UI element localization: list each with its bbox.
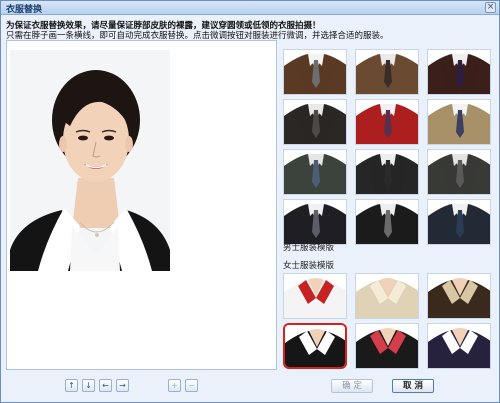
portrait-illustration — [10, 50, 170, 271]
photo-preview-panel[interactable] — [6, 40, 277, 370]
window: 衣服替换 × 为保证衣服替换效果，请尽量保证脖部皮肤的裸露，建议穿圆领或低领的衣… — [0, 0, 500, 403]
cancel-button[interactable]: 取 消 — [392, 379, 434, 393]
male-template-thumb[interactable] — [427, 199, 491, 245]
zoom-in-icon[interactable]: + — [168, 379, 181, 392]
male-section-title: 男士服装模版 — [283, 243, 335, 253]
male-template-thumb[interactable] — [283, 199, 347, 245]
bottom-toolbar: ↑ ↓ ← → + − 确 定 取 消 — [1, 375, 499, 403]
female-template-thumb[interactable] — [283, 273, 347, 319]
female-template-thumb[interactable] — [427, 273, 491, 319]
portrait-photo[interactable] — [10, 50, 170, 271]
title-bar: 衣服替换 × — [1, 1, 499, 15]
male-template-thumb[interactable] — [283, 49, 347, 95]
window-title: 衣服替换 — [6, 5, 43, 15]
move-up-icon[interactable]: ↑ — [65, 379, 78, 392]
male-template-thumb[interactable] — [355, 149, 419, 195]
close-icon[interactable]: × — [485, 2, 496, 13]
male-template-thumb[interactable] — [283, 99, 347, 145]
move-down-icon[interactable]: ↓ — [82, 379, 95, 392]
female-template-thumb[interactable] — [283, 323, 347, 369]
male-template-thumb[interactable] — [355, 199, 419, 245]
template-panel: 男士服装模版 女士服装模版 — [280, 40, 494, 370]
male-template-thumb[interactable] — [427, 99, 491, 145]
male-template-thumb[interactable] — [427, 49, 491, 95]
male-template-thumb[interactable] — [427, 149, 491, 195]
zoom-out-icon[interactable]: − — [185, 379, 198, 392]
female-template-thumb[interactable] — [355, 323, 419, 369]
female-template-thumb[interactable] — [427, 323, 491, 369]
move-left-icon[interactable]: ← — [99, 379, 112, 392]
female-template-thumb[interactable] — [355, 273, 419, 319]
move-right-icon[interactable]: → — [116, 379, 129, 392]
male-template-thumb[interactable] — [355, 49, 419, 95]
male-template-thumb[interactable] — [283, 149, 347, 195]
male-template-thumb[interactable] — [355, 99, 419, 145]
confirm-button[interactable]: 确 定 — [331, 379, 373, 393]
female-section-title: 女士服装模版 — [283, 261, 335, 271]
